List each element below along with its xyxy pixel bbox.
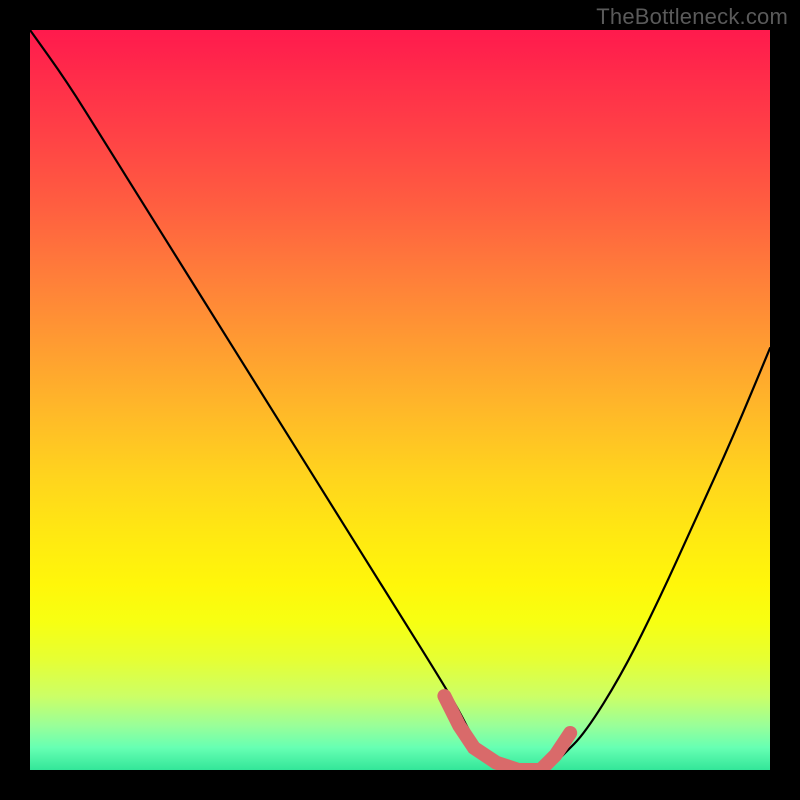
chart-svg [30,30,770,770]
watermark-text: TheBottleneck.com [596,4,788,30]
bottleneck-curve [30,30,770,770]
optimal-range-marker [444,696,570,770]
chart-plot-area [30,30,770,770]
